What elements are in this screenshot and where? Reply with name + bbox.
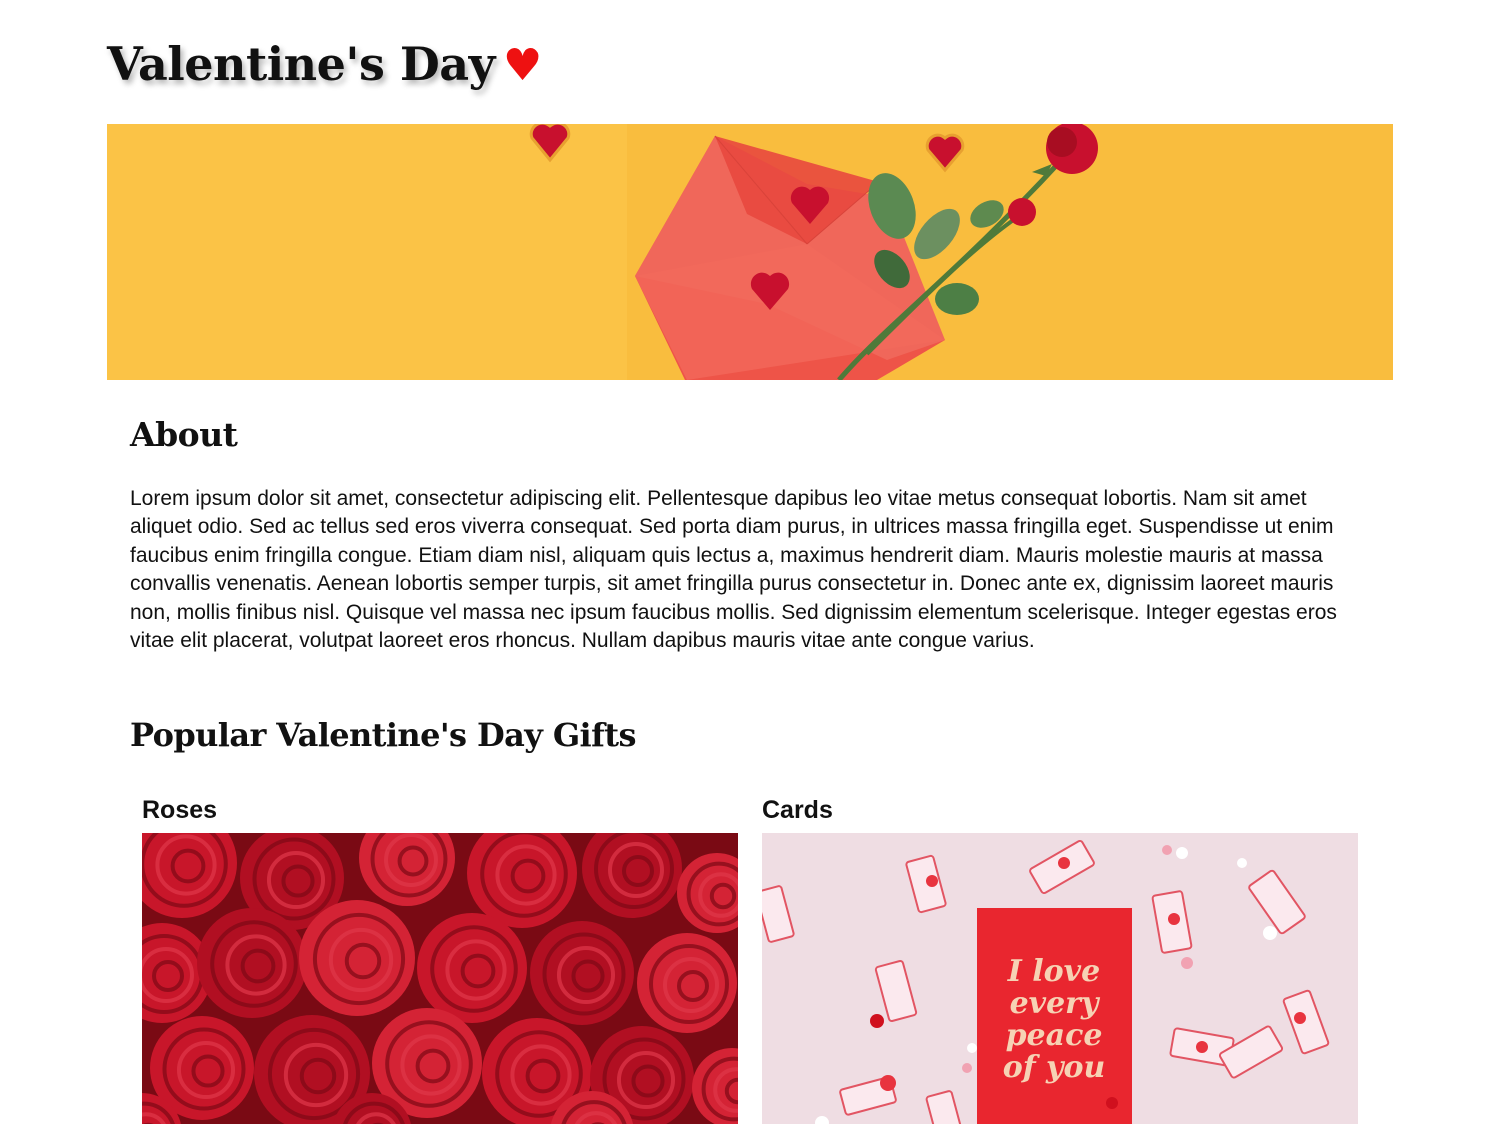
svg-text:I love: I love (1007, 954, 1100, 989)
roses-illustration (142, 833, 738, 1124)
gifts-heading: Popular Valentine's Day Gifts (130, 716, 636, 754)
gift-label-roses: Roses (142, 796, 218, 824)
gift-label-cards: Cards (762, 796, 833, 824)
hero-illustration (107, 124, 1393, 380)
gift-card-cards: Cards I love every peace of you (762, 792, 1358, 1124)
heart-icon: ♥ (502, 40, 542, 91)
svg-text:every: every (1010, 986, 1101, 1021)
hero-banner-image (107, 124, 1393, 380)
about-paragraph: Lorem ipsum dolor sit amet, consectetur … (130, 487, 1337, 653)
svg-text:peace: peace (1006, 1018, 1103, 1053)
roses-image (142, 833, 738, 1124)
about-heading: About (130, 415, 238, 454)
gift-card-roses: Roses (142, 792, 738, 1124)
cards-image: I love every peace of you (762, 833, 1358, 1124)
site-title: Valentine's Day ♥ (107, 28, 542, 102)
svg-text:of you: of you (1003, 1050, 1106, 1085)
site-title-text: Valentine's Day (107, 37, 495, 91)
cards-illustration: I love every peace of you (762, 833, 1358, 1124)
